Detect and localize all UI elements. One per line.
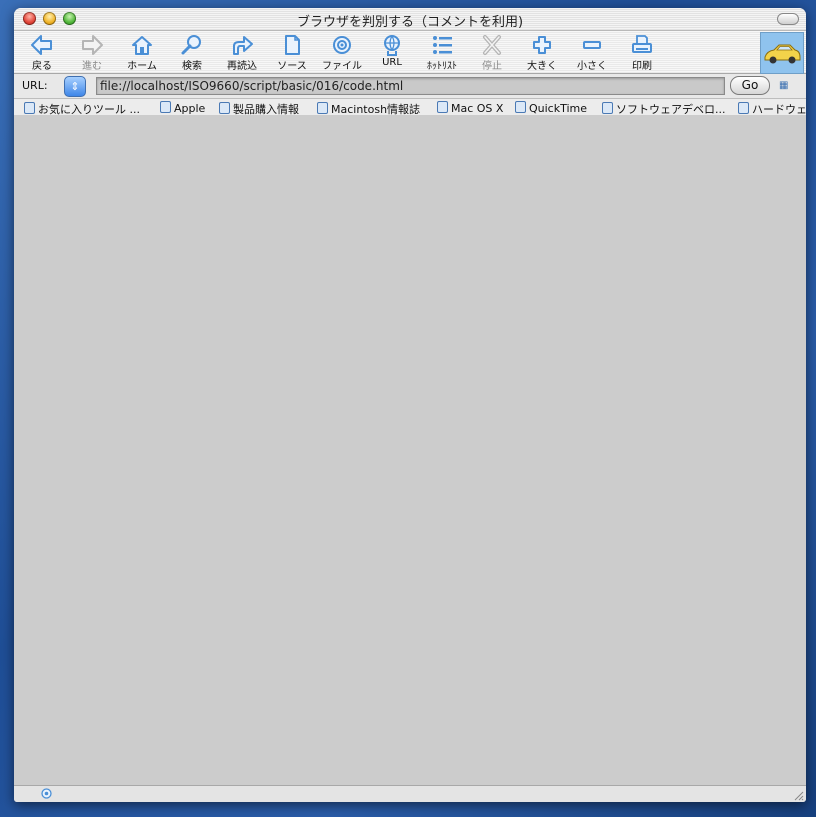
favorite-label: Apple bbox=[174, 102, 206, 115]
toolbar-toggle-button[interactable] bbox=[777, 13, 799, 25]
hotlist-icon bbox=[433, 36, 452, 54]
folder-icon bbox=[317, 102, 328, 114]
favorite-item[interactable]: Apple bbox=[160, 101, 205, 115]
file-button[interactable]: ファイル bbox=[317, 33, 367, 73]
search-label: 検索 bbox=[182, 61, 202, 72]
resize-grip-icon[interactable] bbox=[792, 789, 804, 801]
print-button[interactable]: 印刷 bbox=[617, 33, 667, 73]
page-holder-icon[interactable]: ▦ bbox=[779, 80, 788, 91]
window-title: ブラウザを判別する（コメントを利用) bbox=[296, 15, 524, 30]
folder-icon bbox=[24, 102, 35, 114]
minus-icon bbox=[583, 41, 601, 49]
toolbar: 戻る 進む ホーム 検索 再読込 ソース ファイル URL ﾎｯﾄﾘｽﾄ 停止 … bbox=[14, 31, 806, 74]
shrink-text-button[interactable]: 小さく bbox=[567, 33, 617, 73]
folder-icon bbox=[219, 102, 230, 114]
address-label: URL: bbox=[22, 79, 48, 92]
address-history-popup[interactable]: ⇕ bbox=[64, 76, 86, 97]
file-label: ファイル bbox=[322, 61, 362, 72]
stop-label: 停止 bbox=[482, 61, 502, 72]
hotlist-label: ﾎｯﾄﾘｽﾄ bbox=[427, 61, 457, 72]
reload-label: 再読込 bbox=[227, 61, 257, 72]
shrink-text-label: 小さく bbox=[577, 61, 607, 72]
url-label: URL bbox=[382, 57, 402, 68]
plus-icon bbox=[533, 36, 551, 54]
connection-status-icon[interactable] bbox=[41, 788, 52, 799]
url-button[interactable]: URL bbox=[367, 33, 417, 73]
back-button[interactable]: 戻る bbox=[17, 33, 67, 73]
search-button[interactable]: 検索 bbox=[167, 33, 217, 73]
home-label: ホーム bbox=[127, 61, 157, 72]
document-icon bbox=[437, 101, 448, 113]
address-bar: URL: ⇕ file://localhost/ISO9660/script/b… bbox=[14, 74, 806, 99]
forward-arrow-icon bbox=[82, 35, 103, 55]
status-bar bbox=[14, 785, 806, 802]
source-label: ソース bbox=[277, 61, 307, 72]
favorite-item[interactable]: QuickTime bbox=[515, 101, 587, 115]
file-target-icon bbox=[333, 36, 351, 54]
forward-label: 進む bbox=[82, 61, 102, 72]
home-icon bbox=[132, 36, 152, 55]
print-label: 印刷 bbox=[632, 61, 652, 72]
enlarge-text-button[interactable]: 大きく bbox=[517, 33, 567, 73]
folder-icon bbox=[738, 102, 749, 114]
page-content-area[interactable] bbox=[14, 115, 806, 785]
title-bar[interactable]: ブラウザを判別する（コメントを利用) bbox=[14, 8, 806, 31]
browser-logo bbox=[760, 32, 804, 74]
reload-icon bbox=[233, 36, 253, 55]
folder-icon bbox=[515, 101, 526, 113]
url-globe-icon bbox=[384, 35, 400, 56]
hotlist-button[interactable]: ﾎｯﾄﾘｽﾄ bbox=[417, 33, 467, 73]
enlarge-text-label: 大きく bbox=[527, 61, 557, 72]
stop-button[interactable]: 停止 bbox=[467, 33, 517, 73]
back-arrow-icon bbox=[31, 35, 52, 55]
source-button[interactable]: ソース bbox=[267, 33, 317, 73]
favorite-label: QuickTime bbox=[529, 102, 588, 115]
print-icon bbox=[632, 35, 652, 53]
favorite-item[interactable]: Mac OS X bbox=[437, 101, 503, 115]
browser-window: ブラウザを判別する（コメントを利用) 戻る 進む ホーム 検索 再読込 ソース bbox=[14, 8, 806, 802]
stop-icon bbox=[483, 35, 501, 55]
reload-button[interactable]: 再読込 bbox=[217, 33, 267, 73]
search-icon bbox=[181, 35, 201, 55]
address-input[interactable]: file://localhost/ISO9660/script/basic/01… bbox=[96, 77, 725, 95]
favorite-label: Mac OS X bbox=[451, 102, 504, 115]
go-button[interactable]: Go bbox=[730, 76, 770, 95]
home-button[interactable]: ホーム bbox=[117, 33, 167, 73]
source-document-icon bbox=[285, 35, 300, 55]
car-logo-icon bbox=[764, 44, 801, 64]
back-label: 戻る bbox=[32, 61, 52, 72]
forward-button[interactable]: 進む bbox=[67, 33, 117, 73]
folder-icon bbox=[160, 101, 171, 113]
folder-icon bbox=[602, 102, 613, 114]
